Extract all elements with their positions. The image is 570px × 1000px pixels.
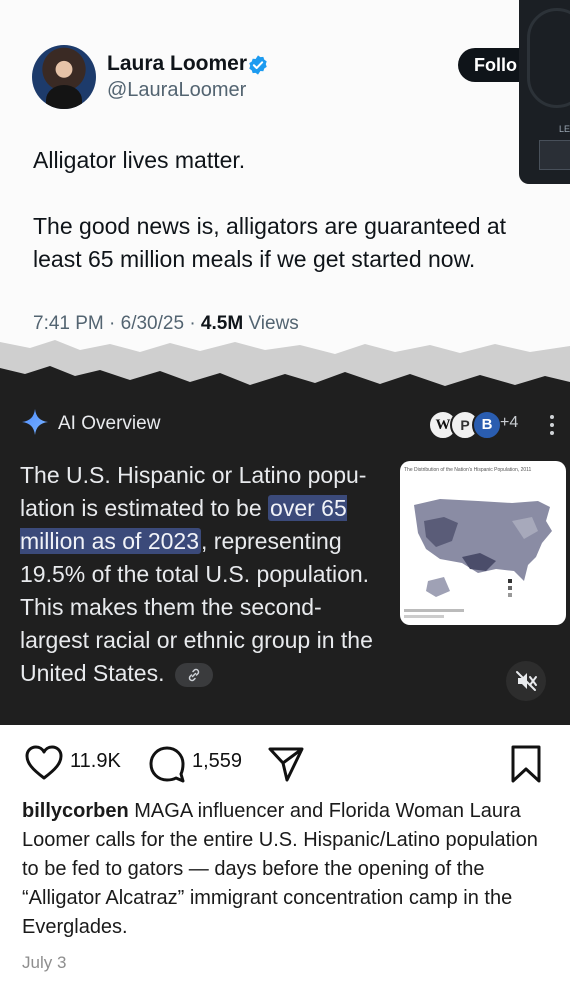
verified-badge-icon bbox=[249, 55, 267, 75]
likes-count[interactable]: 11.9K bbox=[70, 750, 121, 773]
ai-overview-panel: AI Overview W P B +4 The U.S. Hispanic o… bbox=[0, 395, 570, 725]
video-frame-shape bbox=[539, 140, 570, 170]
tweet-text-line: The good news is, alligators are guarant… bbox=[33, 213, 507, 239]
us-map-graphic bbox=[404, 499, 552, 618]
sparkle-icon bbox=[22, 409, 48, 435]
link-icon[interactable] bbox=[174, 662, 213, 687]
author-name[interactable]: Laura Loomer bbox=[107, 52, 247, 76]
post-caption: billycorben MAGA influencer and Florida … bbox=[22, 797, 552, 942]
mute-button[interactable] bbox=[506, 661, 546, 701]
share-icon[interactable] bbox=[266, 744, 306, 784]
tweet-card: Laura Loomer @LauraLoomer Follo LE Allig… bbox=[0, 0, 570, 372]
video-frame-shape bbox=[527, 8, 570, 108]
post-actions: 11.9K 1,559 bbox=[0, 740, 570, 790]
video-label: LE bbox=[559, 124, 570, 134]
post-username[interactable]: billycorben bbox=[22, 800, 129, 822]
author-handle[interactable]: @LauraLoomer bbox=[107, 79, 246, 102]
mute-icon bbox=[516, 671, 537, 691]
post-date: July 3 bbox=[22, 953, 67, 972]
avatar[interactable] bbox=[32, 45, 96, 109]
bookmark-icon[interactable] bbox=[508, 744, 544, 784]
tweet-text-line: Alligator lives matter. bbox=[33, 147, 246, 173]
video-thumbnail[interactable]: LE bbox=[519, 0, 570, 184]
heart-icon[interactable] bbox=[24, 744, 64, 782]
more-sources-count[interactable]: +4 bbox=[500, 414, 518, 432]
map-caption: The Distribution of the Nation's Hispani… bbox=[404, 467, 532, 473]
comments-count[interactable]: 1,559 bbox=[192, 750, 242, 773]
comment-icon[interactable] bbox=[147, 744, 187, 784]
ai-overview-text: The U.S. Hispanic or Latino popu-lation … bbox=[20, 459, 390, 690]
ai-overview-title: AI Overview bbox=[58, 413, 161, 434]
more-options-icon[interactable] bbox=[548, 415, 556, 439]
source-icon[interactable]: B bbox=[472, 410, 502, 440]
tweet-text-line: least 65 million meals if we get started… bbox=[33, 246, 476, 272]
map-thumbnail[interactable]: The Distribution of the Nation's Hispani… bbox=[400, 461, 566, 625]
